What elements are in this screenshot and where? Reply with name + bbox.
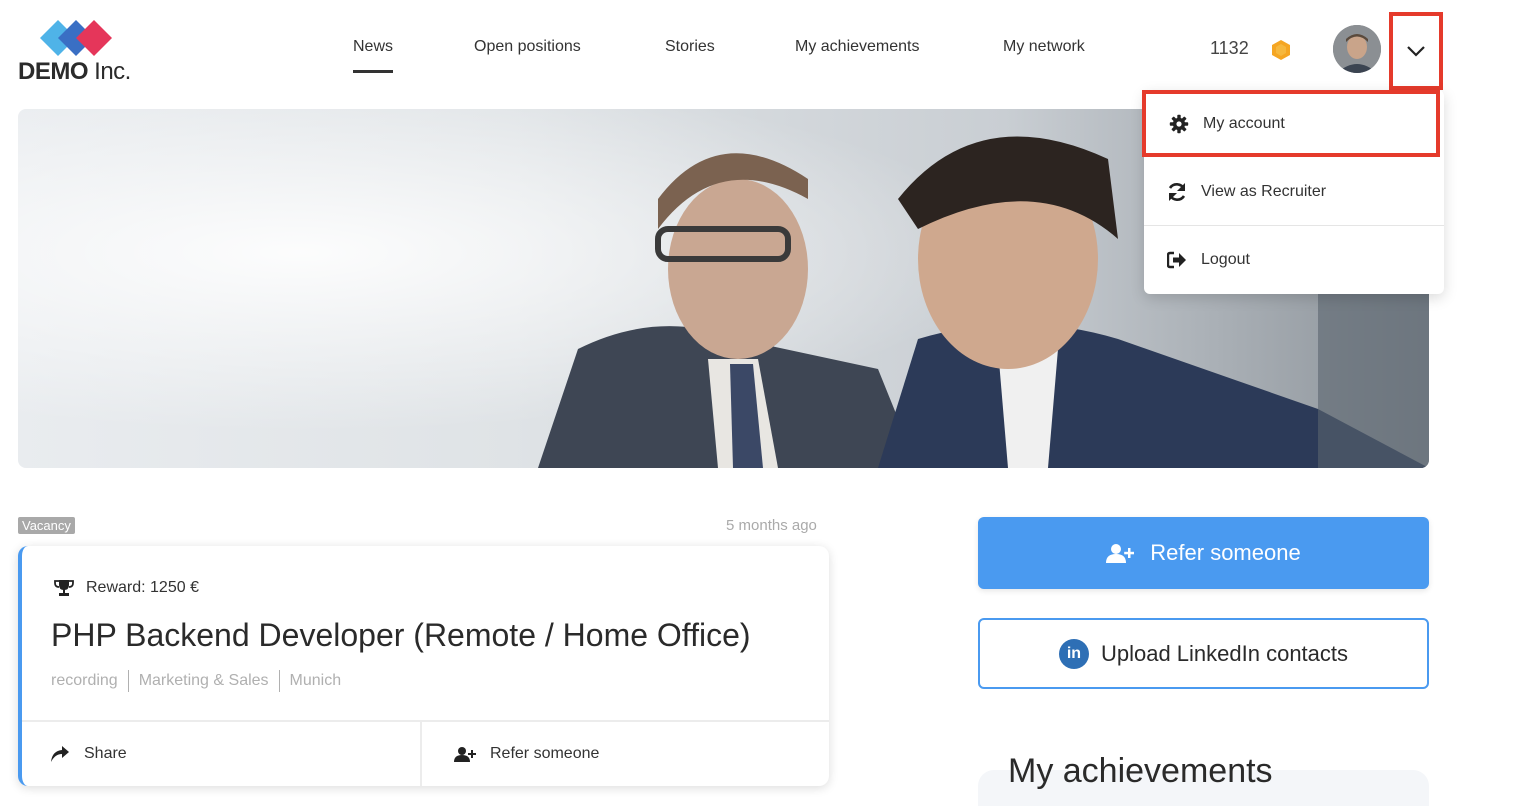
share-button[interactable]: Share (22, 722, 422, 786)
refer-label: Refer someone (490, 745, 600, 762)
gear-icon (1168, 113, 1190, 135)
nav-item-open-positions[interactable]: Open positions (474, 38, 581, 56)
logo-text: DEMO Inc. (18, 58, 131, 85)
brand-logo[interactable]: DEMO Inc. (18, 18, 138, 85)
user-plus-icon (454, 746, 476, 762)
account-menu-toggle[interactable] (1389, 12, 1443, 90)
share-icon (50, 745, 70, 763)
refer-someone-primary-button[interactable]: Refer someone (978, 517, 1429, 589)
sign-out-icon (1166, 249, 1188, 271)
vacancy-badge: Vacancy (18, 517, 75, 534)
sync-icon (1166, 181, 1188, 203)
avatar[interactable] (1333, 25, 1381, 73)
hexagon-coin-icon (1272, 40, 1290, 60)
menu-item-logout[interactable]: Logout (1144, 226, 1444, 293)
trophy-icon (54, 579, 74, 597)
menu-item-label: View as Recruiter (1201, 182, 1327, 200)
menu-item-view-as-recruiter[interactable]: View as Recruiter (1144, 158, 1444, 225)
account-menu: My account View as Recruiter Logout (1142, 90, 1444, 294)
refer-button-label: Refer someone (1150, 540, 1301, 565)
menu-item-my-account[interactable]: My account (1142, 90, 1440, 157)
card-actions: Share Refer someone (22, 720, 829, 786)
nav-item-stories[interactable]: Stories (665, 38, 715, 56)
linkedin-icon: in (1058, 638, 1089, 669)
job-title[interactable]: PHP Backend Developer (Remote / Home Off… (51, 617, 751, 654)
user-plus-icon (1106, 543, 1135, 563)
upload-linkedin-button[interactable]: in Upload LinkedIn contacts (978, 618, 1429, 689)
job-tag: recording (51, 672, 118, 689)
linkedin-button-label: Upload LinkedIn contacts (1100, 640, 1349, 666)
job-tag: Marketing & Sales (127, 670, 279, 692)
menu-item-label: Logout (1201, 250, 1250, 268)
logo-diamonds-icon (40, 20, 112, 56)
share-label: Share (84, 745, 127, 762)
achievements-title: My achievements (1008, 752, 1273, 790)
job-card[interactable]: Reward: 1250 € PHP Backend Developer (Re… (18, 546, 829, 786)
menu-item-label: My account (1203, 114, 1285, 132)
points-count: 1132 (1210, 38, 1249, 58)
job-tags: recording Marketing & Sales Munich (51, 670, 351, 692)
nav-item-my-network[interactable]: My network (1003, 38, 1085, 56)
reward-text: Reward: 1250 € (86, 579, 199, 596)
nav-item-my-achievements[interactable]: My achievements (795, 38, 920, 56)
chevron-down-icon (1407, 46, 1425, 57)
reward: Reward: 1250 € (54, 579, 199, 597)
job-tag: Munich (278, 670, 352, 692)
nav-item-news[interactable]: News (353, 38, 394, 73)
post-timestamp: 5 months ago (726, 517, 817, 534)
refer-someone-button[interactable]: Refer someone (422, 722, 599, 786)
